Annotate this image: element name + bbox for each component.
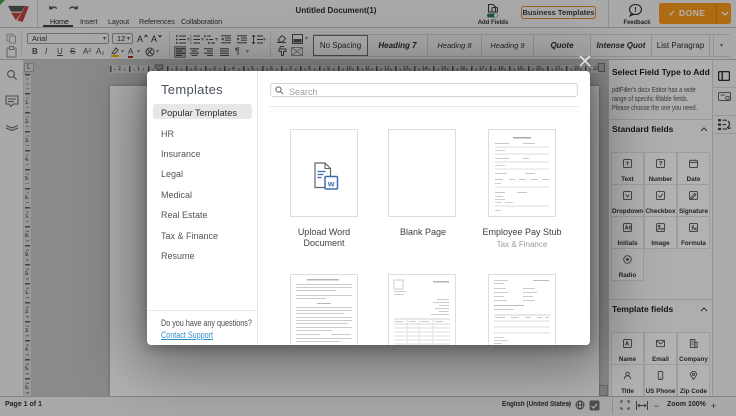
- svg-text:w: w: [327, 178, 335, 188]
